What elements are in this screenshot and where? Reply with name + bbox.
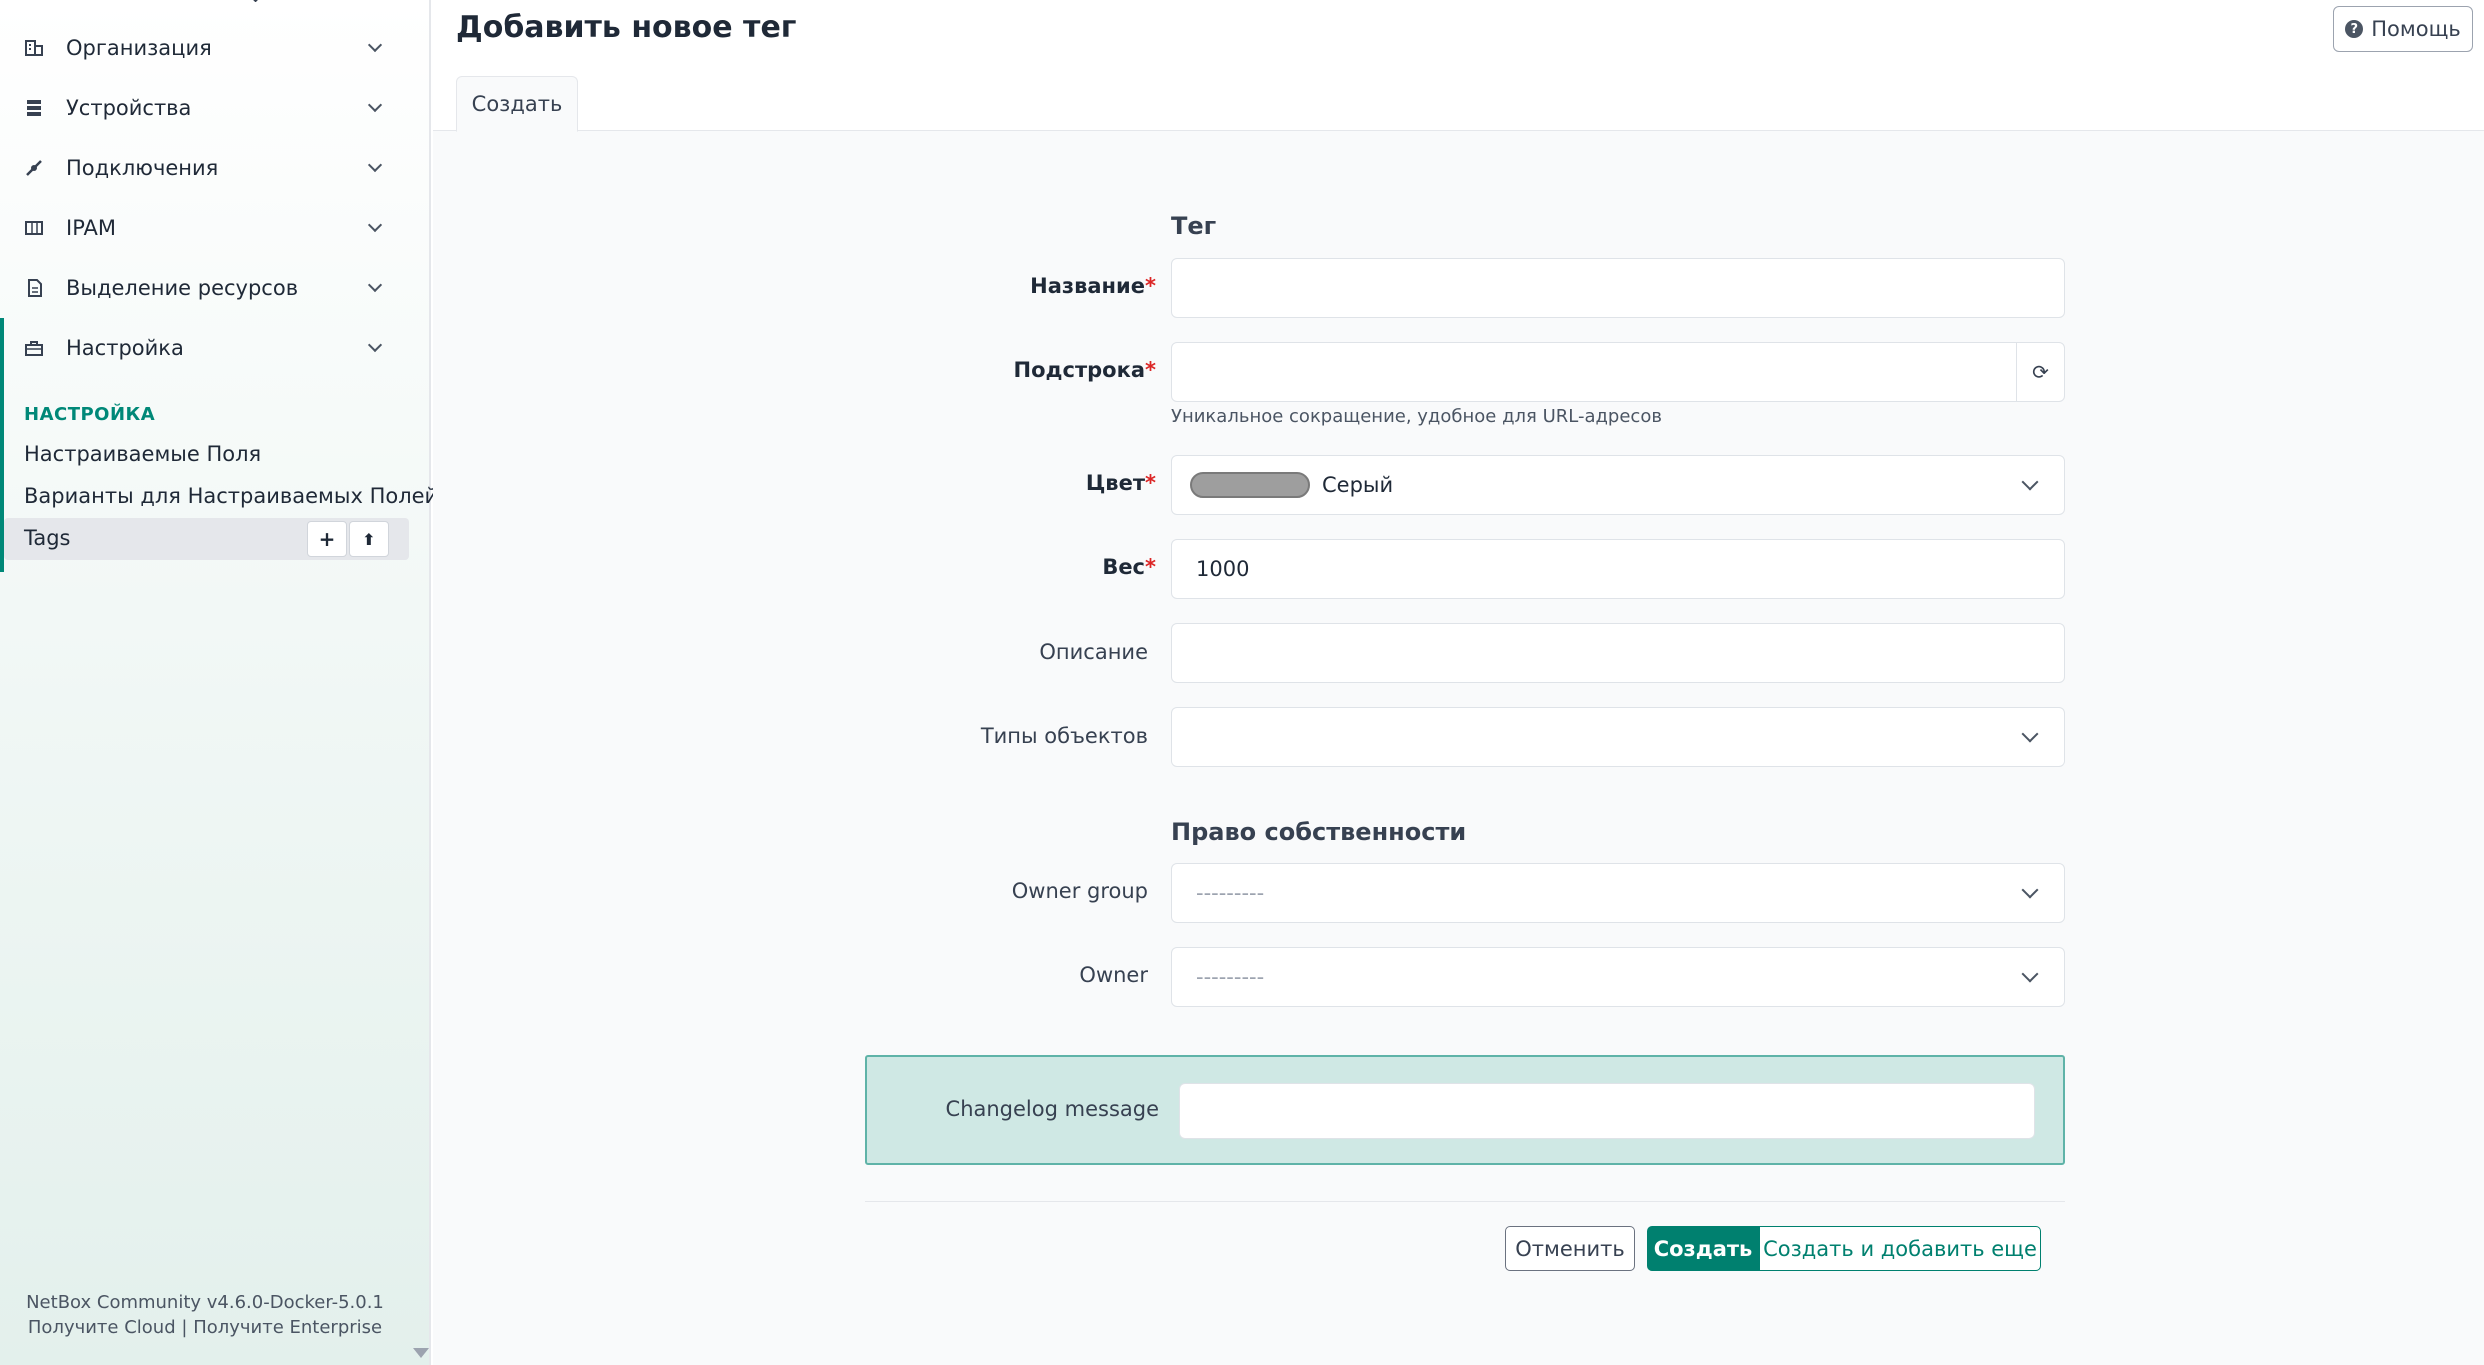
- owner-label: Owner: [1079, 963, 1148, 987]
- changelog-panel: Changelog message: [865, 1055, 2065, 1165]
- chevron-down-icon: [367, 277, 383, 293]
- main-content: Добавить новое тег ? Помощь Создать Тег …: [433, 0, 2484, 1365]
- scroll-down-arrow-icon[interactable]: [413, 1348, 429, 1358]
- weight-input[interactable]: 1000: [1171, 539, 2065, 599]
- help-button-label: Помощь: [2371, 17, 2461, 41]
- add-icon[interactable]: +: [307, 521, 347, 557]
- owner-group-value: ---------: [1196, 881, 1265, 905]
- create-button[interactable]: Создать: [1647, 1226, 1759, 1271]
- color-label: Цвет*: [1085, 471, 1156, 495]
- slug-label: Подстрока*: [1013, 358, 1156, 382]
- weight-label: Вес*: [1102, 555, 1156, 579]
- description-label: Описание: [1039, 640, 1148, 664]
- help-button[interactable]: ? Помощь: [2333, 6, 2473, 52]
- sidebar-item-ipam[interactable]: IPAM: [0, 198, 410, 258]
- server-icon: [24, 98, 44, 118]
- regenerate-slug-icon[interactable]: ⟳: [2016, 343, 2064, 401]
- sidebar-item-label: Подключения: [66, 156, 219, 180]
- chevron-down-icon: [367, 337, 383, 353]
- sidebar-item-label: Выделение ресурсов: [66, 276, 299, 300]
- description-input[interactable]: [1171, 623, 2065, 683]
- version-text: NetBox Community v4.6.0-Docker-5.0.1: [26, 1292, 384, 1313]
- create-and-add-another-button[interactable]: Создать и добавить еще: [1759, 1226, 2041, 1271]
- help-circle-icon: ?: [2345, 20, 2364, 38]
- sidebar-item-label: Устройства: [66, 96, 192, 120]
- slug-input[interactable]: ⟳: [1171, 342, 2065, 402]
- sidebar-item-devices[interactable]: Устройства: [0, 78, 410, 138]
- name-label: Название*: [1030, 274, 1156, 298]
- owner-group-label: Owner group: [1011, 879, 1148, 903]
- changelog-input[interactable]: [1179, 1083, 2035, 1139]
- changelog-label: Changelog message: [945, 1097, 1159, 1121]
- sidebar-link-custom-fields[interactable]: Настраиваемые Поля: [24, 442, 261, 466]
- chevron-down-icon: [2021, 881, 2039, 899]
- chevron-down-icon: [2021, 725, 2039, 743]
- sidebar-item-label: Организация: [66, 36, 212, 60]
- enterprise-link[interactable]: Получите Enterprise: [193, 1317, 382, 1338]
- section-title-tag: Тег: [1171, 212, 1217, 240]
- slug-hint: Уникальное сокращение, удобное для URL-а…: [1171, 406, 1662, 427]
- import-icon[interactable]: ⬆: [349, 521, 389, 557]
- sidebar-item-label: Tags: [24, 526, 71, 550]
- owner-group-select[interactable]: ---------: [1171, 863, 2065, 923]
- file-document-icon: [24, 278, 44, 298]
- chevron-down-icon: [2021, 965, 2039, 983]
- object-types-label: Типы объектов: [980, 724, 1148, 748]
- tabs-divider: [433, 130, 2484, 131]
- form-divider: [865, 1201, 2065, 1202]
- name-input[interactable]: [1171, 258, 2065, 318]
- sidebar-item-label: Настройка: [66, 336, 184, 360]
- sidebar-section-heading: НАСТРОЙКА: [24, 404, 156, 425]
- owner-value: ---------: [1196, 965, 1265, 989]
- tab-create[interactable]: Создать: [456, 76, 578, 132]
- sidebar-item-label: IPAM: [66, 216, 116, 240]
- chevron-down-icon: [367, 157, 383, 173]
- sidebar-item-organization[interactable]: Организация: [0, 18, 410, 78]
- sidebar-item-connections[interactable]: Подключения: [0, 138, 410, 198]
- sidebar-item-tags[interactable]: Tags + ⬆: [4, 518, 409, 560]
- chevron-down-icon: [367, 97, 383, 113]
- sidebar: ⌄ Организация Устройства Подключения: [0, 0, 438, 1365]
- connection-icon: [24, 158, 44, 178]
- sidebar-item-customization[interactable]: Настройка: [0, 318, 410, 378]
- chevron-down-icon: [2021, 473, 2039, 491]
- section-title-ownership: Право собственности: [1171, 818, 1467, 846]
- sidebar-item-provisioning[interactable]: Выделение ресурсов: [0, 258, 410, 318]
- color-value: Серый: [1322, 473, 1394, 497]
- sidebar-link-custom-field-choices[interactable]: Варианты для Настраиваемых Полей: [24, 484, 438, 508]
- domain-icon: [24, 38, 44, 58]
- counter-icon: [24, 218, 44, 238]
- cancel-button[interactable]: Отменить: [1505, 1226, 1635, 1271]
- page-title: Добавить новое тег: [456, 10, 797, 45]
- color-swatch: [1190, 472, 1310, 498]
- object-types-select[interactable]: [1171, 707, 2065, 767]
- color-select[interactable]: Серый: [1171, 455, 2065, 515]
- chevron-down-icon: ⌄: [248, 0, 263, 7]
- chevron-down-icon: [367, 37, 383, 53]
- footer-separator: |: [181, 1317, 188, 1338]
- cloud-link[interactable]: Получите Cloud: [28, 1317, 176, 1338]
- footer-links: Получите Cloud | Получите Enterprise: [0, 1317, 410, 1338]
- chevron-down-icon: [367, 217, 383, 233]
- app: ⌄ Организация Устройства Подключения: [0, 0, 2484, 1365]
- toolbox-icon: [24, 338, 44, 358]
- owner-select[interactable]: ---------: [1171, 947, 2065, 1007]
